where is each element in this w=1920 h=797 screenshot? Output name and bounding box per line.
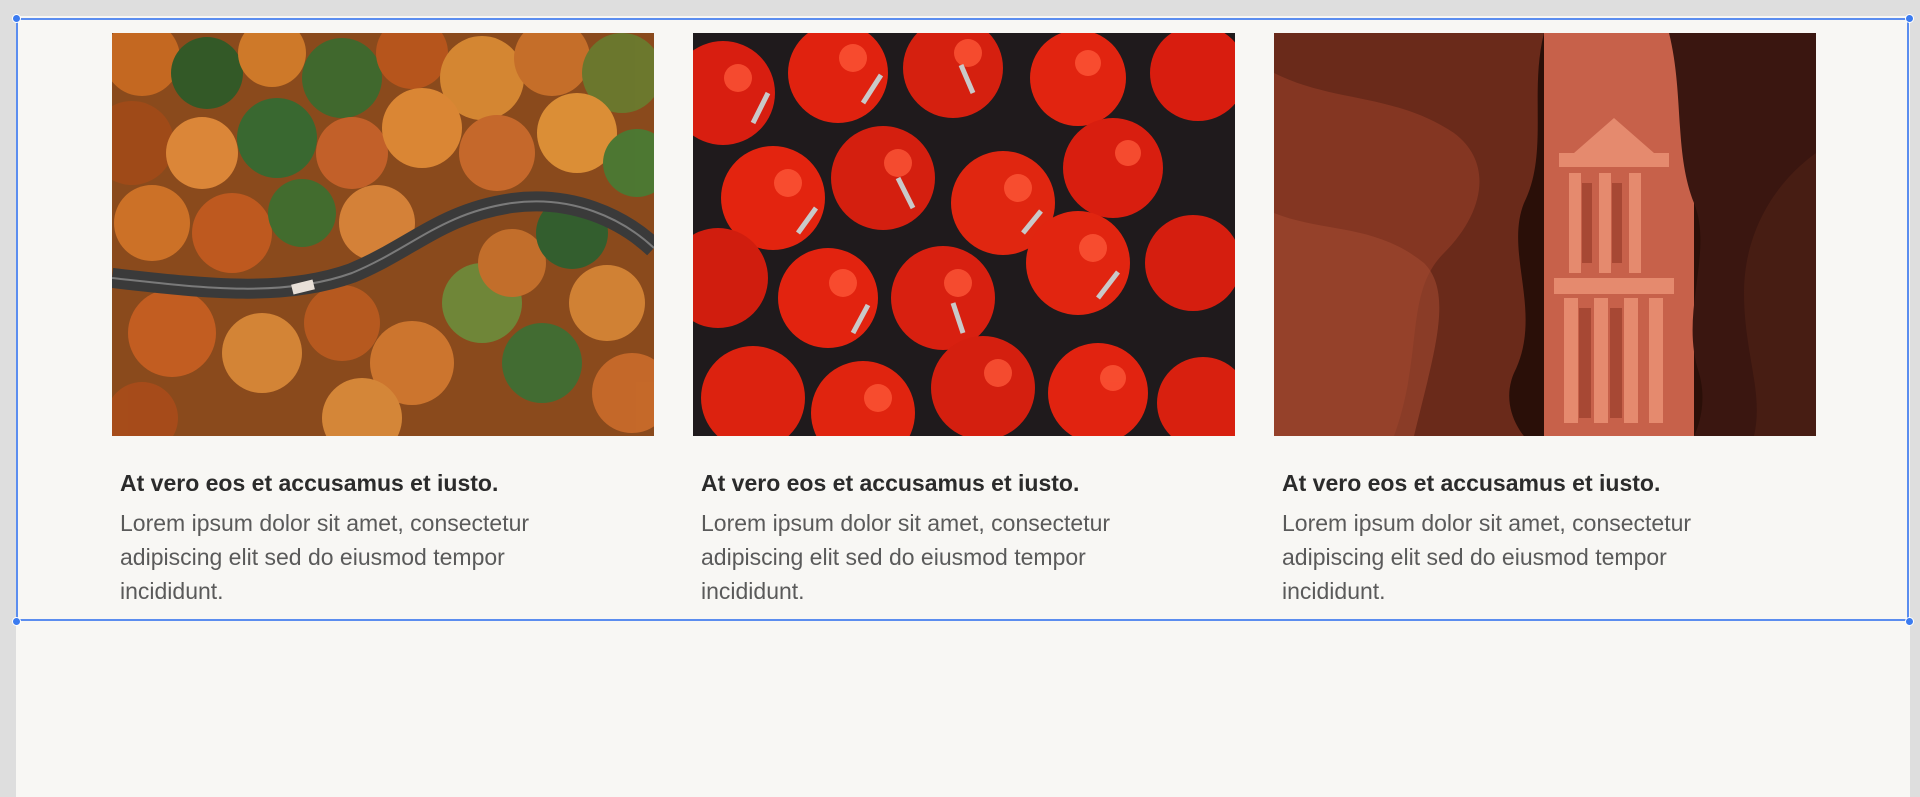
card-title: At vero eos et accusamus et iusto. <box>1282 470 1661 496</box>
card-image-fire-extinguishers[interactable] <box>693 33 1235 436</box>
card-image-petra-canyon[interactable] <box>1274 33 1816 436</box>
resize-handle-bottom-right[interactable] <box>1905 617 1914 626</box>
card-body: Lorem ipsum dolor sit amet, consectetur … <box>1282 510 1692 604</box>
card-petra-canyon[interactable]: At vero eos et accusamus et iusto. Lorem… <box>1274 33 1816 608</box>
card-image-autumn-forest[interactable] <box>112 33 654 436</box>
card-title: At vero eos et accusamus et iusto. <box>120 470 499 496</box>
resize-handle-top-right[interactable] <box>1905 14 1914 23</box>
resize-handle-bottom-left[interactable] <box>12 617 21 626</box>
card-autumn-forest[interactable]: At vero eos et accusamus et iusto. Lorem… <box>112 33 654 608</box>
card-body: Lorem ipsum dolor sit amet, consectetur … <box>701 510 1111 604</box>
resize-handle-top-left[interactable] <box>12 14 21 23</box>
card-fire-extinguishers[interactable]: At vero eos et accusamus et iusto. Lorem… <box>693 33 1235 608</box>
card-body: Lorem ipsum dolor sit amet, consectetur … <box>120 510 530 604</box>
card-title: At vero eos et accusamus et iusto. <box>701 470 1080 496</box>
